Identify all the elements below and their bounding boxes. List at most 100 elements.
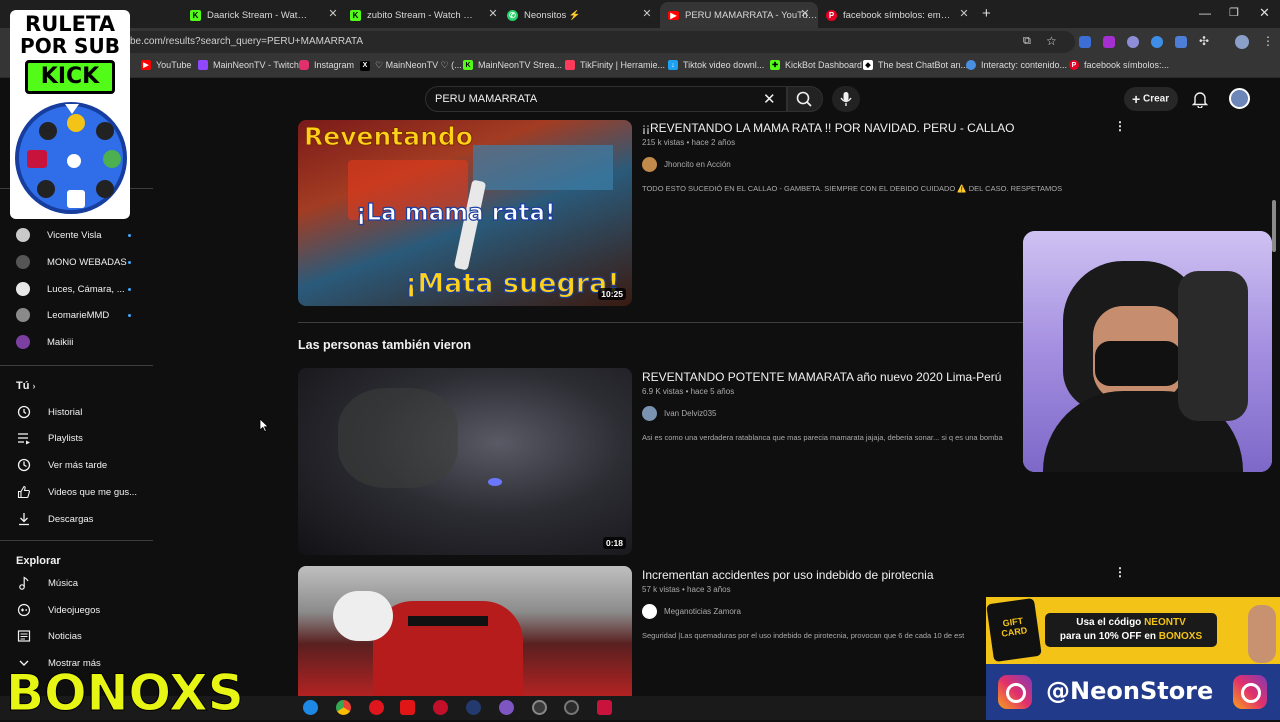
extensions-puzzle-icon[interactable]: ✣ (1199, 34, 1209, 48)
browser-tab[interactable]: K Daarick Stream - Watch Live on (190, 4, 310, 26)
youtube-app-icon[interactable] (400, 700, 415, 715)
more-options-icon[interactable]: ⋮ (1114, 119, 1126, 133)
extension-icon[interactable] (1151, 36, 1163, 48)
taskbar-app-icon[interactable] (597, 700, 612, 715)
video-thumbnail[interactable] (298, 566, 632, 696)
video-title[interactable]: ¡¡REVENTANDO LA MAMA RATA !! POR NAVIDAD… (642, 121, 1015, 135)
video-thumbnail[interactable]: Reventando ¡La mama rata! ¡Mata suegra! … (298, 120, 632, 306)
address-bar-row: be.com/results?search_query=PERU+MAMARRA… (0, 28, 1280, 56)
browser-tab[interactable]: ✆ Neonsitos ⚡ (507, 4, 627, 26)
translate-icon[interactable] (1175, 36, 1187, 48)
bookmark-item[interactable]: MainNeonTV - Twitch (198, 60, 299, 70)
wheel-prize (67, 114, 85, 132)
sidebar-item-downloads[interactable]: Descargas (16, 509, 93, 529)
extension-icon[interactable] (1103, 36, 1115, 48)
bookmark-item[interactable]: ▶ YouTube (141, 60, 191, 70)
extension-icon[interactable] (1127, 36, 1139, 48)
minimize-icon[interactable]: — (1199, 6, 1211, 20)
close-tab-icon[interactable]: ✕ (641, 7, 653, 20)
bookmark-item[interactable]: ✚ KickBot Dashboard (770, 60, 862, 70)
sidebar-item-watch-later[interactable]: Ver más tarde (16, 455, 107, 475)
close-tab-icon[interactable]: ✕ (487, 7, 499, 20)
sidebar-subscription[interactable]: Vicente Visla (16, 225, 102, 245)
bookmark-item[interactable]: ◆ The best ChatBot an... (863, 60, 968, 70)
channel-link[interactable]: Ivan Delviz035 (642, 406, 716, 421)
bookmark-item[interactable]: Instagram (299, 60, 354, 70)
bookmark-item[interactable]: ↓ Tiktok video downl... (668, 60, 764, 70)
browser-tab-active[interactable]: ▶ PERU MAMARRATA - YouTube (660, 2, 818, 28)
avatar (642, 604, 657, 619)
restore-icon[interactable]: ❐ (1229, 6, 1239, 19)
bookmark-item[interactable]: K MainNeonTV Strea... (463, 60, 562, 70)
video-meta: 215 k vistas • hace 2 años (642, 138, 736, 147)
sidebar-item-music[interactable]: Música (16, 573, 78, 593)
sidebar-item-history[interactable]: Historial (16, 402, 82, 422)
new-content-dot (128, 234, 131, 237)
thumbs-up-icon (16, 484, 32, 500)
chrome-icon[interactable] (336, 700, 351, 715)
video-thumbnail[interactable]: 0:18 (298, 368, 632, 555)
taskbar-app-icon[interactable] (466, 700, 481, 715)
sidebar-divider (0, 365, 153, 366)
clear-search-icon[interactable]: ✕ (763, 90, 776, 108)
wheel-center (67, 154, 81, 168)
video-meta: 6.9 K vistas • hace 5 años (642, 387, 735, 396)
search-button[interactable] (787, 86, 823, 112)
interacty-icon (966, 60, 976, 70)
opera-icon[interactable] (369, 700, 384, 715)
ruleta-overlay: RULETA POR SUB KICK (10, 10, 130, 219)
sidebar-item-liked-videos[interactable]: Videos que me gus... (16, 482, 137, 502)
sidebar-item-playlists[interactable]: Playlists (16, 428, 83, 448)
plus-icon: + (1132, 91, 1141, 107)
browser-tab[interactable]: P facebook símbolos: emoticone (826, 4, 954, 26)
profile-avatar[interactable] (1235, 35, 1249, 49)
thumbnail-product-box (473, 145, 613, 190)
sidebar-item-gaming[interactable]: Videojuegos (16, 600, 100, 620)
more-options-icon[interactable]: ⋮ (1114, 565, 1126, 579)
bookmark-item[interactable]: TikFinity | Herramie... (565, 60, 665, 70)
obs-icon[interactable] (564, 700, 579, 715)
extension-icon[interactable] (1079, 36, 1091, 48)
tikfinity-icon (565, 60, 575, 70)
sidebar-subscription[interactable]: LeomarieMMD (16, 305, 109, 325)
create-button[interactable]: + Crear (1124, 87, 1178, 111)
sidebar-subscription[interactable]: Luces, Cámara, ... (16, 279, 125, 299)
close-tab-icon[interactable]: ✕ (799, 7, 811, 20)
close-window-icon[interactable]: ✕ (1259, 5, 1270, 21)
avatar (16, 308, 30, 322)
voice-search-button[interactable] (832, 86, 860, 112)
sidebar-item-news[interactable]: Noticias (16, 626, 82, 646)
bookmark-item[interactable]: X ♡ MainNeonTV ♡ (... (360, 60, 462, 71)
bookmark-item[interactable]: Interacty: contenido... (966, 60, 1067, 70)
sidebar-subscription[interactable]: MONO WEBADAS (16, 252, 127, 272)
bookmark-star-icon[interactable]: ☆ (1046, 34, 1057, 48)
url-input[interactable]: be.com/results?search_query=PERU+MAMARRA… (100, 31, 1075, 53)
wheel-prize (39, 122, 57, 140)
thumbnail-stripe (408, 616, 488, 626)
install-app-icon[interactable]: ⧉ (1023, 35, 1031, 48)
channel-link[interactable]: Jhoncito en Acción (642, 157, 731, 172)
avatar (16, 335, 30, 349)
newspaper-icon (16, 628, 32, 644)
video-title[interactable]: Incrementan accidentes por uso indebido … (642, 568, 934, 582)
browser-menu-icon[interactable]: ⋮ (1262, 34, 1274, 48)
close-tab-icon[interactable]: ✕ (327, 7, 339, 20)
bookmark-item[interactable]: Pfacebook símbolos:... (1069, 60, 1169, 70)
taskbar-app-icon[interactable] (303, 700, 318, 715)
bonoxs-logo: BONOXS (6, 664, 245, 722)
account-avatar[interactable] (1229, 88, 1250, 109)
channel-link[interactable]: Meganoticias Zamora (642, 604, 741, 619)
taskbar-app-icon[interactable] (499, 700, 514, 715)
notifications-bell-icon[interactable] (1191, 90, 1209, 113)
sidebar-subscription[interactable]: Maikiii (16, 332, 73, 352)
new-tab-button[interactable]: + (982, 5, 991, 22)
close-tab-icon[interactable]: ✕ (958, 7, 970, 20)
page-scrollbar[interactable] (1272, 200, 1276, 252)
new-content-dot (128, 314, 131, 317)
search-input[interactable]: PERU MAMARRATA ✕ (425, 86, 787, 112)
taskbar-app-icon[interactable] (532, 700, 547, 715)
video-title[interactable]: REVENTANDO POTENTE MAMARATA año nuevo 20… (642, 370, 1001, 384)
opera-gx-icon[interactable] (433, 700, 448, 715)
browser-tab[interactable]: K zubito Stream - Watch Live on K (350, 4, 478, 26)
sidebar-you-heading[interactable]: Tú › (16, 380, 36, 392)
